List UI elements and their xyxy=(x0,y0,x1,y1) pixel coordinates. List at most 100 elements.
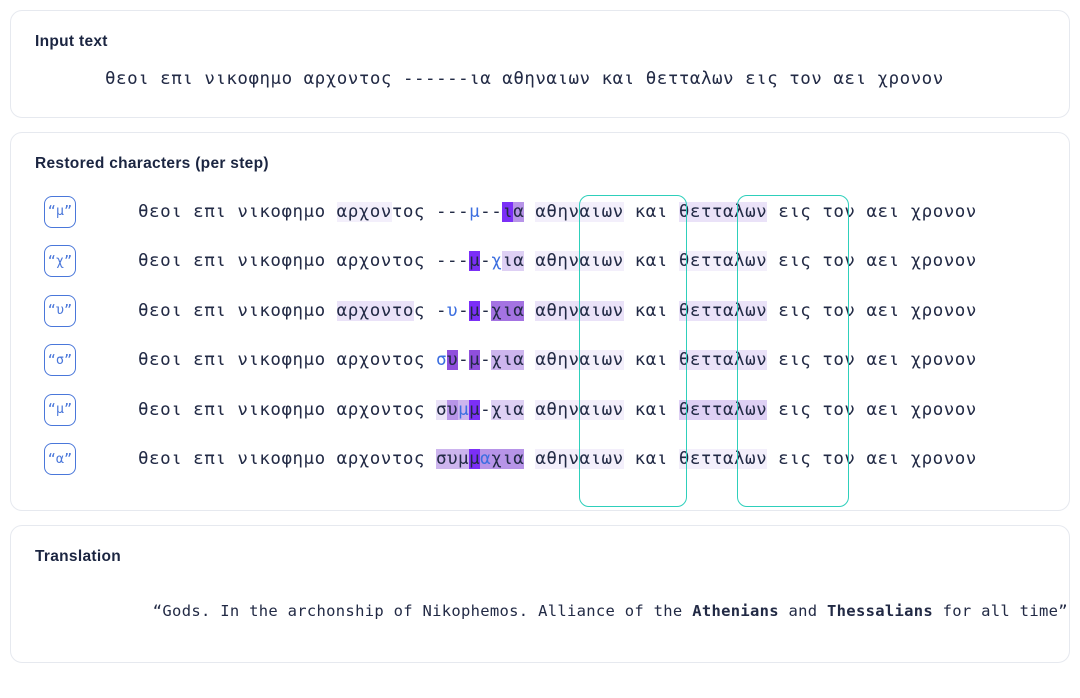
text-segment: αρχοντος xyxy=(336,399,436,420)
text-segment: αθηναιων xyxy=(535,300,624,321)
text-segment xyxy=(524,202,535,222)
translation-suffix: for all time” xyxy=(933,602,1068,620)
text-segment: αθηναιων xyxy=(535,449,624,470)
text-segment: χια xyxy=(491,399,525,420)
text-segment: και xyxy=(623,300,679,321)
text-segment: - xyxy=(480,300,492,321)
text-segment: και xyxy=(623,201,679,222)
restored-character-badge[interactable]: “υ” xyxy=(44,294,76,327)
translation-card: Translation “Gods. In the archonship of … xyxy=(10,525,1070,663)
step-text: θεοι επι νικοφημο αρχοντος συ-μ-χια αθην… xyxy=(138,350,977,371)
text-segment: θετταλων xyxy=(678,300,768,321)
text-segment: θετταλων xyxy=(678,399,768,420)
text-segment: και xyxy=(623,350,679,371)
step-row: “α” θεοι επι νικοφημο αρχοντος συμμαχια α… xyxy=(35,435,1045,485)
predicted-character: σ xyxy=(435,350,448,371)
text-segment xyxy=(524,449,535,469)
step-rows-container: “μ” θεοι επι νικοφημο αρχοντος ---μ--ια α… xyxy=(35,187,1045,507)
text-segment: θετταλων xyxy=(678,350,768,371)
step-text: θεοι επι νικοφημο αρχοντος συμμ-χια αθην… xyxy=(138,399,977,420)
text-segment: χια xyxy=(491,350,525,371)
text-segment xyxy=(524,400,535,420)
translation-bold-athenians: Athenians xyxy=(692,602,779,620)
text-segment: μ xyxy=(469,350,481,371)
text-segment: αρχοντο xyxy=(336,300,414,321)
predicted-character: μ xyxy=(469,201,481,222)
step-row: “υ” θεοι επι νικοφημο αρχοντος -υ-μ-χια α… xyxy=(35,286,1045,336)
step-row: “σ” θεοι επι νικοφημο αρχοντος συ-μ-χια α… xyxy=(35,336,1045,386)
text-segment: υ xyxy=(447,399,459,420)
translation-value: “Gods. In the archonship of Nikophemos. … xyxy=(35,584,1068,638)
text-segment: εις τον αει χρονον xyxy=(767,251,977,272)
text-segment: αρχον xyxy=(336,201,392,222)
restored-character-badge[interactable]: “α” xyxy=(44,443,76,476)
text-segment: εις τον αει χρονον xyxy=(767,300,977,321)
text-segment: - xyxy=(480,350,492,371)
predicted-character: χ xyxy=(491,251,503,272)
text-segment: μ xyxy=(469,251,481,272)
text-segment xyxy=(524,301,535,321)
text-segment: αθηναιων xyxy=(535,251,624,272)
restored-character-badge[interactable]: “μ” xyxy=(44,195,76,228)
text-segment: αρχοντος xyxy=(336,350,436,371)
text-segment: μ xyxy=(469,300,481,321)
text-segment: θεοι επι νικοφημο xyxy=(138,449,337,470)
text-segment: αρχοντος xyxy=(336,449,436,470)
text-segment: θεοι επι νικοφημο xyxy=(138,350,337,371)
restored-characters-title: Restored characters (per step) xyxy=(35,155,269,172)
text-segment: α xyxy=(513,201,525,222)
text-segment: - xyxy=(458,350,470,371)
text-segment: τος xyxy=(391,201,436,222)
text-segment: εις τον αει χρονον xyxy=(767,350,977,371)
text-segment: χια xyxy=(491,300,525,321)
input-text-title: Input text xyxy=(35,33,108,50)
text-segment: - xyxy=(480,399,492,420)
text-segment: σ xyxy=(435,399,448,420)
step-row: “μ” θεοι επι νικοφημο αρχοντος ---μ--ια α… xyxy=(35,187,1045,237)
text-segment: ς xyxy=(413,300,436,321)
text-segment xyxy=(524,251,535,271)
text-segment: αθηναιων xyxy=(535,350,624,371)
translation-prefix: “Gods. In the archonship of Nikophemos. … xyxy=(152,602,693,620)
step-text: θεοι επι νικοφημο αρχοντος ---μ--ια αθην… xyxy=(138,201,977,222)
text-segment: μ xyxy=(469,399,481,420)
text-segment: ι xyxy=(502,201,514,222)
step-row: “χ” θεοι επι νικοφημο αρχοντος ---μ-χια α… xyxy=(35,237,1045,287)
text-segment: θεοι επι νικοφημο xyxy=(138,399,337,420)
restored-characters-card: Restored characters (per step) “μ” θεοι ε… xyxy=(10,132,1070,511)
text-segment: - xyxy=(480,251,492,272)
text-segment: θετταλων xyxy=(678,449,768,470)
text-segment: θεοι επι νικοφημο xyxy=(138,201,337,222)
step-text: θεοι επι νικοφημο αρχοντος ---μ-χια αθην… xyxy=(138,251,977,272)
restored-character-badge[interactable]: “σ” xyxy=(44,344,76,377)
text-segment: αθηναιων xyxy=(535,399,624,420)
text-segment: ια xyxy=(502,251,525,272)
restored-character-badge[interactable]: “μ” xyxy=(44,393,76,426)
text-segment: και xyxy=(623,251,679,272)
text-segment: χια xyxy=(491,449,525,470)
step-text: θεοι επι νικοφημο αρχοντος -υ-μ-χια αθην… xyxy=(138,300,977,321)
text-segment: θεοι επι νικοφημο xyxy=(138,300,337,321)
step-text: θεοι επι νικοφημο αρχοντος συμμαχια αθην… xyxy=(138,449,977,470)
page-root: Input text θεοι επι νικοφημο αρχοντος --… xyxy=(0,0,1080,698)
text-segment: --- xyxy=(436,201,470,222)
text-segment: -- xyxy=(480,201,503,222)
text-segment: εις τον αει χρονον xyxy=(767,399,977,420)
predicted-character: μ xyxy=(458,399,470,420)
text-segment: θετταλων xyxy=(678,251,768,272)
text-segment: και xyxy=(623,399,679,420)
input-text-card: Input text θεοι επι νικοφημο αρχοντος --… xyxy=(10,10,1070,118)
text-segment: εις τον αει χρονον xyxy=(767,201,977,222)
text-segment: αθηναιων xyxy=(535,201,624,222)
text-segment: αρχοντος xyxy=(336,251,436,272)
predicted-character: α xyxy=(480,449,492,470)
text-segment: και xyxy=(623,449,679,470)
text-segment: θεοι επι νικοφημο xyxy=(138,251,337,272)
restored-character-badge[interactable]: “χ” xyxy=(44,245,76,278)
text-segment xyxy=(524,350,535,370)
text-segment: μ xyxy=(469,449,481,470)
step-row: “μ” θεοι επι νικοφημο αρχοντος συμμ-χια α… xyxy=(35,385,1045,435)
text-segment: - xyxy=(458,300,470,321)
text-segment: συμ xyxy=(435,449,470,470)
translation-bold-thessalians: Thessalians xyxy=(827,602,933,620)
